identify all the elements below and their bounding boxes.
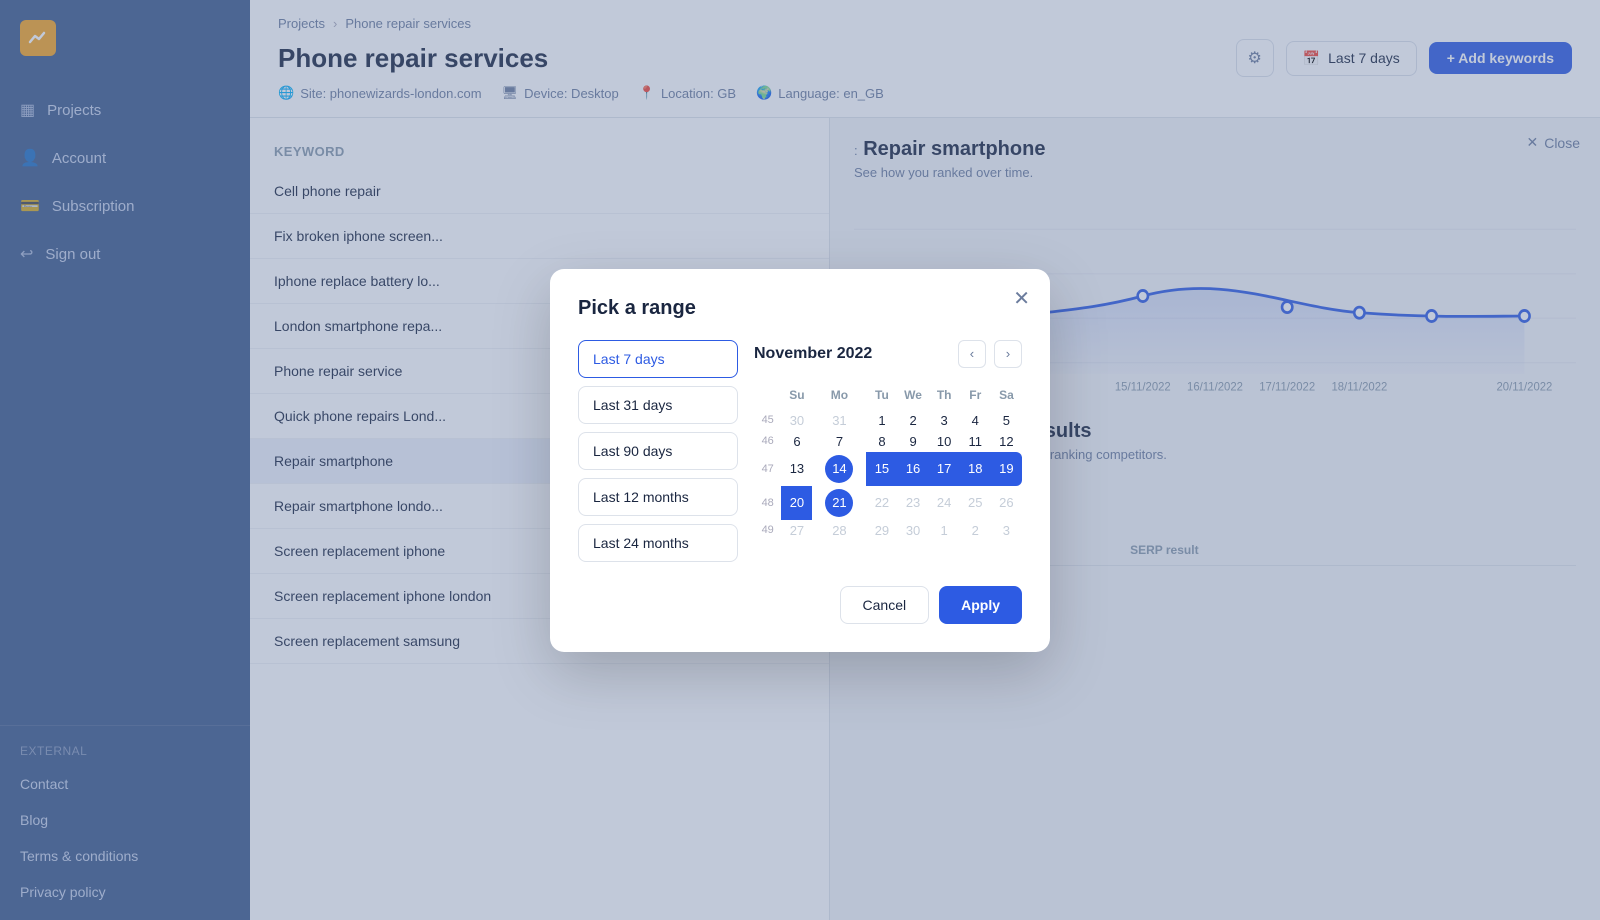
calendar-day[interactable]: 8: [866, 431, 897, 452]
week-number: 46: [754, 431, 781, 452]
calendar-day[interactable]: 23: [898, 486, 929, 520]
calendar-week-row: 4820212223242526: [754, 486, 1022, 520]
range-31days-button[interactable]: Last 31 days: [578, 386, 738, 424]
cal-day-header-fr: Fr: [960, 384, 991, 410]
calendar-day[interactable]: 13: [781, 452, 812, 486]
calendar-day[interactable]: 22: [866, 486, 897, 520]
cal-header: November 2022 ‹ ›: [754, 340, 1022, 368]
calendar-day[interactable]: 20: [781, 486, 812, 520]
week-number: 47: [754, 452, 781, 486]
calendar-week-row: 4713141516171819: [754, 452, 1022, 486]
calendar-day[interactable]: 30: [898, 520, 929, 541]
cancel-button[interactable]: Cancel: [840, 586, 930, 624]
cal-day-header-su: Su: [781, 384, 812, 410]
calendar-day[interactable]: 9: [898, 431, 929, 452]
calendar-day[interactable]: 17: [929, 452, 960, 486]
apply-button[interactable]: Apply: [939, 586, 1022, 624]
cal-day-header-th: Th: [929, 384, 960, 410]
calendar-day[interactable]: 7: [812, 431, 866, 452]
calendar-day[interactable]: 5: [991, 410, 1022, 431]
calendar-day[interactable]: 3: [929, 410, 960, 431]
calendar-day[interactable]: 6: [781, 431, 812, 452]
cal-day-header-tu: Tu: [866, 384, 897, 410]
range-7days-button[interactable]: Last 7 days: [578, 340, 738, 378]
calendar-day[interactable]: 1: [866, 410, 897, 431]
week-number: 49: [754, 520, 781, 541]
cal-grid: Su Mo Tu We Th Fr Sa 4530311234546678910…: [754, 384, 1022, 541]
calendar-day[interactable]: 25: [960, 486, 991, 520]
calendar: November 2022 ‹ › Su Mo Tu We: [754, 340, 1022, 562]
calendar-week-row: 466789101112: [754, 431, 1022, 452]
calendar-day[interactable]: 11: [960, 431, 991, 452]
modal-body: Last 7 days Last 31 days Last 90 days La…: [578, 340, 1022, 562]
modal-close-button[interactable]: ✕: [1013, 289, 1030, 309]
cal-day-header-mo: Mo: [812, 384, 866, 410]
calendar-day[interactable]: 18: [960, 452, 991, 486]
calendar-day[interactable]: 29: [866, 520, 897, 541]
modal-title: Pick a range: [578, 297, 1022, 320]
calendar-day[interactable]: 30: [781, 410, 812, 431]
week-num-header: [754, 384, 781, 410]
calendar-day[interactable]: 26: [991, 486, 1022, 520]
cal-prev-button[interactable]: ‹: [958, 340, 986, 368]
calendar-day[interactable]: 2: [960, 520, 991, 541]
calendar-day[interactable]: 28: [812, 520, 866, 541]
range-24months-button[interactable]: Last 24 months: [578, 524, 738, 562]
cal-day-header-sa: Sa: [991, 384, 1022, 410]
cal-next-button[interactable]: ›: [994, 340, 1022, 368]
calendar-day[interactable]: 4: [960, 410, 991, 431]
calendar-day[interactable]: 31: [812, 410, 866, 431]
calendar-day[interactable]: 27: [781, 520, 812, 541]
calendar-week-row: 45303112345: [754, 410, 1022, 431]
calendar-day[interactable]: 24: [929, 486, 960, 520]
calendar-day[interactable]: 10: [929, 431, 960, 452]
calendar-day[interactable]: 12: [991, 431, 1022, 452]
cal-nav: ‹ ›: [958, 340, 1022, 368]
range-12months-button[interactable]: Last 12 months: [578, 478, 738, 516]
modal-footer: Cancel Apply: [578, 586, 1022, 624]
range-90days-button[interactable]: Last 90 days: [578, 432, 738, 470]
calendar-day[interactable]: 16: [898, 452, 929, 486]
calendar-day[interactable]: 19: [991, 452, 1022, 486]
week-number: 45: [754, 410, 781, 431]
calendar-week-row: 4927282930123: [754, 520, 1022, 541]
week-number: 48: [754, 486, 781, 520]
calendar-day[interactable]: 1: [929, 520, 960, 541]
calendar-day[interactable]: 21: [812, 486, 866, 520]
calendar-day[interactable]: 14: [812, 452, 866, 486]
calendar-day[interactable]: 15: [866, 452, 897, 486]
modal-overlay: Pick a range ✕ Last 7 days Last 31 days …: [0, 0, 1600, 920]
calendar-day[interactable]: 3: [991, 520, 1022, 541]
cal-month-year: November 2022: [754, 345, 872, 363]
calendar-day[interactable]: 2: [898, 410, 929, 431]
pick-range-modal: Pick a range ✕ Last 7 days Last 31 days …: [550, 269, 1050, 652]
cal-day-header-we: We: [898, 384, 929, 410]
range-options: Last 7 days Last 31 days Last 90 days La…: [578, 340, 738, 562]
